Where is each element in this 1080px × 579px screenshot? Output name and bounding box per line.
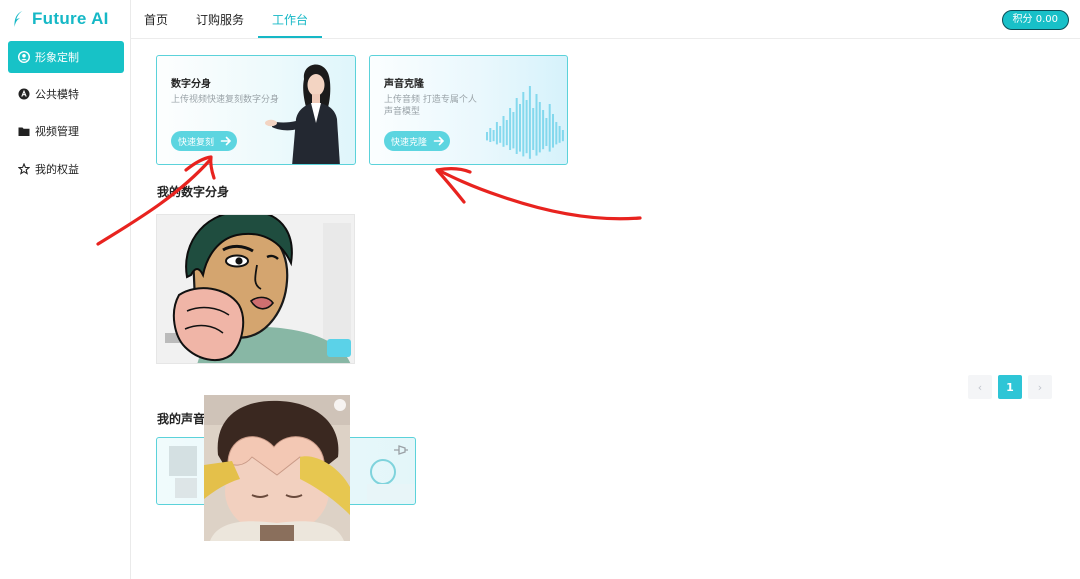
model-icon xyxy=(18,88,30,100)
sidebar: 形象定制 公共模特 视频管理 我的权益 xyxy=(0,0,131,579)
button-label: 快速克隆 xyxy=(391,137,428,148)
tab-workbench[interactable]: 工作台 xyxy=(258,0,323,38)
pagination-next-button[interactable]: › xyxy=(1028,375,1052,399)
pin-icon[interactable] xyxy=(393,444,409,456)
baby-heart-hands-image xyxy=(204,395,350,541)
baby-photo-overlay xyxy=(204,395,350,541)
avatar-thumbnail[interactable] xyxy=(156,214,355,364)
sidebar-item-label: 我的权益 xyxy=(35,163,79,176)
pagination-page-1[interactable]: 1 xyxy=(998,375,1022,399)
header-divider xyxy=(130,38,1080,39)
sidebar-item-video-management[interactable]: 视频管理 xyxy=(8,115,124,147)
sidebar-item-label: 形象定制 xyxy=(35,51,79,64)
benefit-icon xyxy=(18,163,30,175)
section-title-my-voice: 我的声音 xyxy=(157,412,206,426)
card-description: 上传音频 打造专属个人声音模型 xyxy=(384,95,477,117)
sidebar-item-public-model[interactable]: 公共模特 xyxy=(8,78,124,110)
card-title: 声音克隆 xyxy=(384,79,424,90)
sidebar-item-my-benefits[interactable]: 我的权益 xyxy=(8,153,124,185)
arrow-right-icon xyxy=(220,136,232,146)
button-label: 快速复刻 xyxy=(178,137,215,148)
sidebar-item-label: 公共模特 xyxy=(35,88,79,101)
sound-waveform-illustration xyxy=(486,86,564,159)
quick-clone-button[interactable]: 快速克隆 xyxy=(384,131,451,151)
quick-replicate-button[interactable]: 快速复刻 xyxy=(171,131,238,151)
tab-subscription[interactable]: 订购服务 xyxy=(182,0,258,38)
card-title: 数字分身 xyxy=(171,79,211,90)
points-badge[interactable]: 积分 0.00 xyxy=(1001,10,1069,30)
pagination-prev-button[interactable]: ‹ xyxy=(968,375,992,399)
cartoon-portrait-image xyxy=(157,215,354,363)
user-circle-icon xyxy=(18,51,30,63)
top-navigation: 首页 订购服务 工作台 xyxy=(130,0,323,38)
sidebar-item-custom-avatar[interactable]: 形象定制 xyxy=(8,41,124,73)
feather-logo-icon xyxy=(14,11,23,27)
voice-clone-card[interactable]: 声音克隆 上传音频 打造专属个人声音模型 快速克隆 xyxy=(369,55,568,165)
tab-home[interactable]: 首页 xyxy=(130,0,182,38)
brand-logo[interactable]: Future AI xyxy=(12,8,109,30)
section-title-my-avatar: 我的数字分身 xyxy=(157,185,230,199)
annotation-arrow-right xyxy=(435,167,642,221)
sidebar-item-label: 视频管理 xyxy=(35,125,79,138)
digital-avatar-card[interactable]: 数字分身 上传视频快速复刻数字分身 快速复刻 xyxy=(156,55,356,165)
presenter-woman-illustration xyxy=(265,64,340,164)
arrow-right-icon xyxy=(433,136,445,146)
brand-name: Future AI xyxy=(32,9,109,28)
folder-icon xyxy=(18,127,30,136)
